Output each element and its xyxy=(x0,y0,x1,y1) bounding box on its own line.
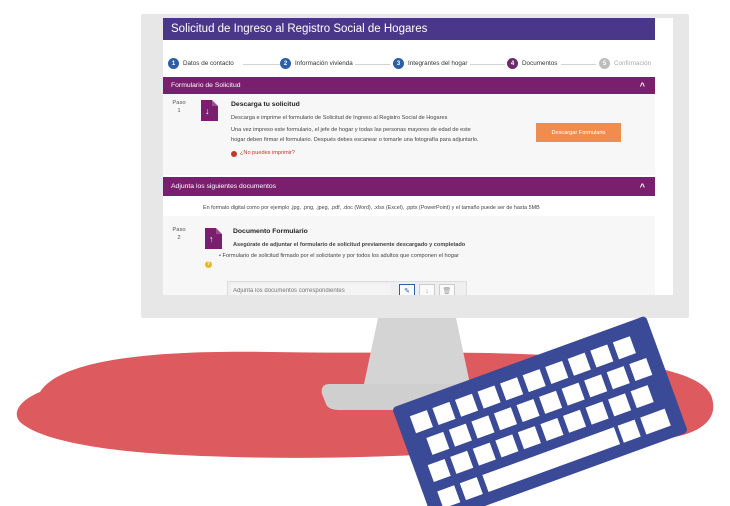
keyboard-illustration xyxy=(393,316,687,506)
